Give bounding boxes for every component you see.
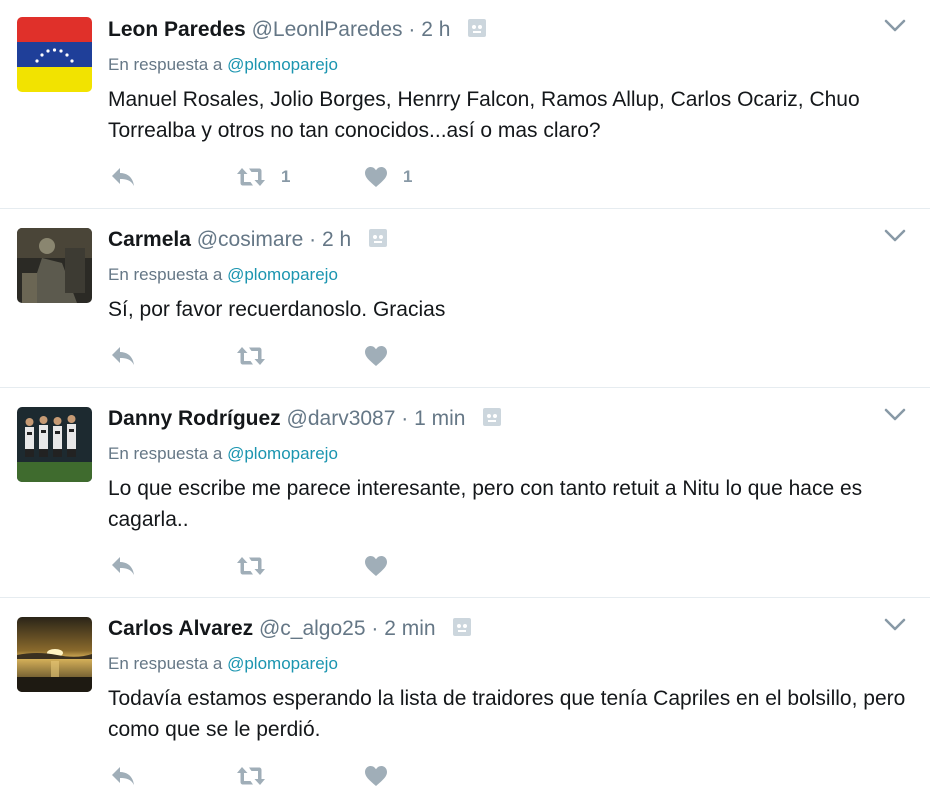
reply-icon [112,767,134,785]
reply-prefix: En respuesta a [108,55,223,74]
separator: · [408,18,416,41]
heart-icon [365,766,387,786]
reply-action[interactable] [109,164,137,190]
tweet[interactable]: Carlos Alvarez @c_algo25 · 2 min En resp… [0,598,930,801]
tweet-header: Danny Rodríguez @darv3087 · 1 min [108,405,502,433]
retweet-count: 1 [281,167,291,186]
retweet-icon [237,168,265,186]
retweet-action[interactable] [235,343,281,369]
reply-context: En respuesta a @plomoparejo [108,443,338,465]
tweet-header: Carlos Alvarez @c_algo25 · 2 min [108,615,472,643]
tweet-header: Carmela @cosimare · 2 h [108,226,387,254]
like-action[interactable] [363,553,403,579]
avatar[interactable] [17,407,92,482]
like-action[interactable] [363,763,403,789]
reply-icon [112,168,134,186]
avatar[interactable] [17,228,92,303]
heart-icon [365,167,387,187]
like-action[interactable] [363,343,403,369]
user-handle[interactable]: @darv3087 [287,407,396,430]
robot-badge-icon [483,406,502,426]
tweet-text: Lo que escribe me parece interesante, pe… [108,477,863,531]
tweet[interactable]: Danny Rodríguez @darv3087 · 1 min En res… [0,388,930,597]
reply-handle-link[interactable]: @plomoparejo [227,265,338,284]
timestamp[interactable]: 2 h [421,18,450,41]
user-handle[interactable]: @cosimare [197,228,304,251]
venezuela-flag-avatar [17,17,92,92]
chevron-down-icon[interactable] [883,617,907,633]
reply-context: En respuesta a @plomoparejo [108,653,338,675]
reply-action[interactable] [109,763,137,789]
tweet-text: Todavía estamos esperando la lista de tr… [108,687,906,741]
user-handle[interactable]: @LeonlParedes [252,18,403,41]
user-handle[interactable]: @c_algo25 [259,617,366,640]
chevron-down-icon[interactable] [883,18,907,34]
display-name[interactable]: Leon Paredes [108,18,246,41]
reply-prefix: En respuesta a [108,444,223,463]
heart-icon [365,556,387,576]
like-action[interactable]: 1 [363,164,412,190]
reply-handle-link[interactable]: @plomoparejo [227,55,338,74]
retweet-action[interactable] [235,763,281,789]
reply-icon [112,557,134,575]
tweet-text: Sí, por favor recuerdanoslo. Gracias [108,298,446,321]
retweet-action[interactable]: 1 [235,164,290,190]
retweet-action[interactable] [235,553,281,579]
tweet-header: Leon Paredes @LeonlParedes · 2 h [108,16,487,44]
tweet[interactable]: Leon Paredes @LeonlParedes · 2 h En resp… [0,0,930,208]
sunset-photo-avatar [17,617,92,692]
tweet[interactable]: Carmela @cosimare · 2 h En respuesta a @… [0,209,930,387]
reply-prefix: En respuesta a [108,654,223,673]
reply-icon [112,347,134,365]
tweet-text: Manuel Rosales, Jolio Borges, Henrry Fal… [108,88,860,142]
display-name[interactable]: Danny Rodríguez [108,407,281,430]
display-name[interactable]: Carmela [108,228,191,251]
timestamp[interactable]: 1 min [414,407,465,430]
display-name[interactable]: Carlos Alvarez [108,617,253,640]
team-photo-avatar [17,407,92,482]
retweet-icon [237,767,265,785]
chevron-down-icon[interactable] [883,407,907,423]
reply-handle-link[interactable]: @plomoparejo [227,444,338,463]
reply-action[interactable] [109,343,137,369]
chevron-down-icon[interactable] [883,228,907,244]
avatar[interactable] [17,17,92,92]
separator: · [371,617,379,640]
retweet-icon [237,557,265,575]
avatar[interactable] [17,617,92,692]
reply-action[interactable] [109,553,137,579]
heart-icon [365,346,387,366]
timestamp[interactable]: 2 h [322,228,351,251]
carmela-photo-avatar [17,228,92,303]
separator: · [401,407,409,430]
robot-badge-icon [368,227,387,247]
robot-badge-icon [468,17,487,37]
separator: · [309,228,317,251]
reply-prefix: En respuesta a [108,265,223,284]
timestamp[interactable]: 2 min [384,617,435,640]
reply-context: En respuesta a @plomoparejo [108,264,338,286]
retweet-icon [237,347,265,365]
robot-badge-icon [453,616,472,636]
reply-context: En respuesta a @plomoparejo [108,54,338,76]
like-count: 1 [403,167,413,186]
reply-handle-link[interactable]: @plomoparejo [227,654,338,673]
